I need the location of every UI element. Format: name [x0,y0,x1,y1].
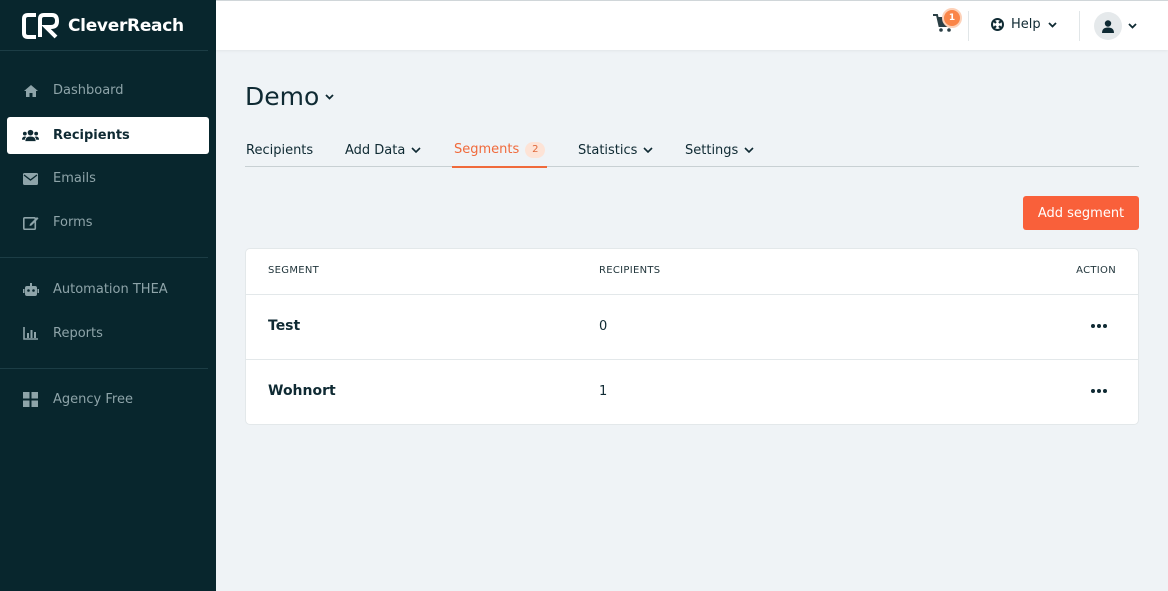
chevron-down-icon [643,147,654,153]
chevron-down-icon [1048,21,1057,28]
sidebar-divider [0,257,208,258]
grid-icon [22,391,39,408]
sidebar-divider [0,50,208,51]
recipient-count: 1 [599,384,608,399]
tab-settings[interactable]: Settings [685,133,754,167]
robot-icon [22,281,39,298]
sidebar-item-agency[interactable]: Agency Free [7,381,209,418]
home-icon [22,82,39,99]
sidebar-item-forms[interactable]: Forms [7,204,209,241]
row-divider [246,359,1138,360]
avatar [1094,12,1122,40]
recipient-count: 0 [599,319,608,334]
user-menu[interactable] [1094,12,1137,40]
users-icon [22,127,39,144]
cart-count-badge: 1 [942,8,962,28]
row-divider [246,294,1138,295]
tab-recipients[interactable]: Recipients [246,133,313,167]
chevron-down-icon [325,93,334,100]
lifebuoy-icon [991,18,1004,31]
page-title: Demo [245,82,320,111]
more-actions-icon[interactable] [1091,388,1107,394]
tab-label: Segments [454,142,520,157]
chevron-down-icon [1128,23,1137,29]
segment-name[interactable]: Wohnort [268,383,336,399]
edit-icon [22,214,39,231]
segments-count-badge: 2 [525,141,546,158]
segment-name[interactable]: Test [268,318,300,334]
help-label: Help [1011,17,1041,32]
sidebar-item-automation[interactable]: Automation THEA [7,271,209,308]
sidebar-item-label: Forms [53,215,93,230]
tab-label: Statistics [578,142,638,158]
column-header-recipients: RECIPIENTS [599,265,661,276]
tab-statistics[interactable]: Statistics [578,133,654,167]
tab-label: Add Data [345,142,406,158]
sidebar-item-dashboard[interactable]: Dashboard [7,72,209,109]
group-title-dropdown[interactable]: Demo [245,82,334,111]
chart-icon [22,325,39,342]
tab-add-data[interactable]: Add Data [345,133,421,167]
sidebar-item-reports[interactable]: Reports [7,315,209,352]
tab-label: Settings [685,142,739,158]
header-divider [968,11,969,41]
help-menu[interactable]: Help [991,17,1057,32]
top-bar: 1 Help [216,0,1168,50]
sidebar: CleverReach Dashboard Recipients Emails … [0,0,216,591]
column-header-action: ACTION [1076,265,1116,276]
chevron-down-icon [411,147,421,153]
brand-name: CleverReach [68,16,184,36]
sidebar-divider [0,368,208,369]
sidebar-item-recipients[interactable]: Recipients [7,117,209,154]
chevron-down-icon [744,147,754,153]
sidebar-item-label: Reports [53,326,103,341]
segments-table: SEGMENT RECIPIENTS ACTION Test 0 Wohnort… [246,249,1138,424]
logo[interactable]: CleverReach [22,12,184,40]
tab-label: Recipients [246,142,314,158]
sidebar-item-label: Agency Free [53,392,133,407]
envelope-icon [22,170,39,187]
more-actions-icon[interactable] [1091,323,1107,329]
sidebar-item-label: Emails [53,171,96,186]
sidebar-item-label: Recipients [53,128,130,143]
column-header-segment: SEGMENT [268,265,320,276]
user-icon [1102,19,1114,33]
header-divider [1079,11,1080,41]
add-segment-button[interactable]: Add segment [1023,196,1139,230]
sidebar-item-label: Automation THEA [53,282,168,297]
tab-segments[interactable]: Segments 2 [452,133,548,168]
tab-bar: Recipients Add Data Segments 2 Statistic… [245,133,1139,168]
logo-icon [22,13,60,39]
sidebar-item-emails[interactable]: Emails [7,160,209,197]
sidebar-item-label: Dashboard [53,83,124,98]
